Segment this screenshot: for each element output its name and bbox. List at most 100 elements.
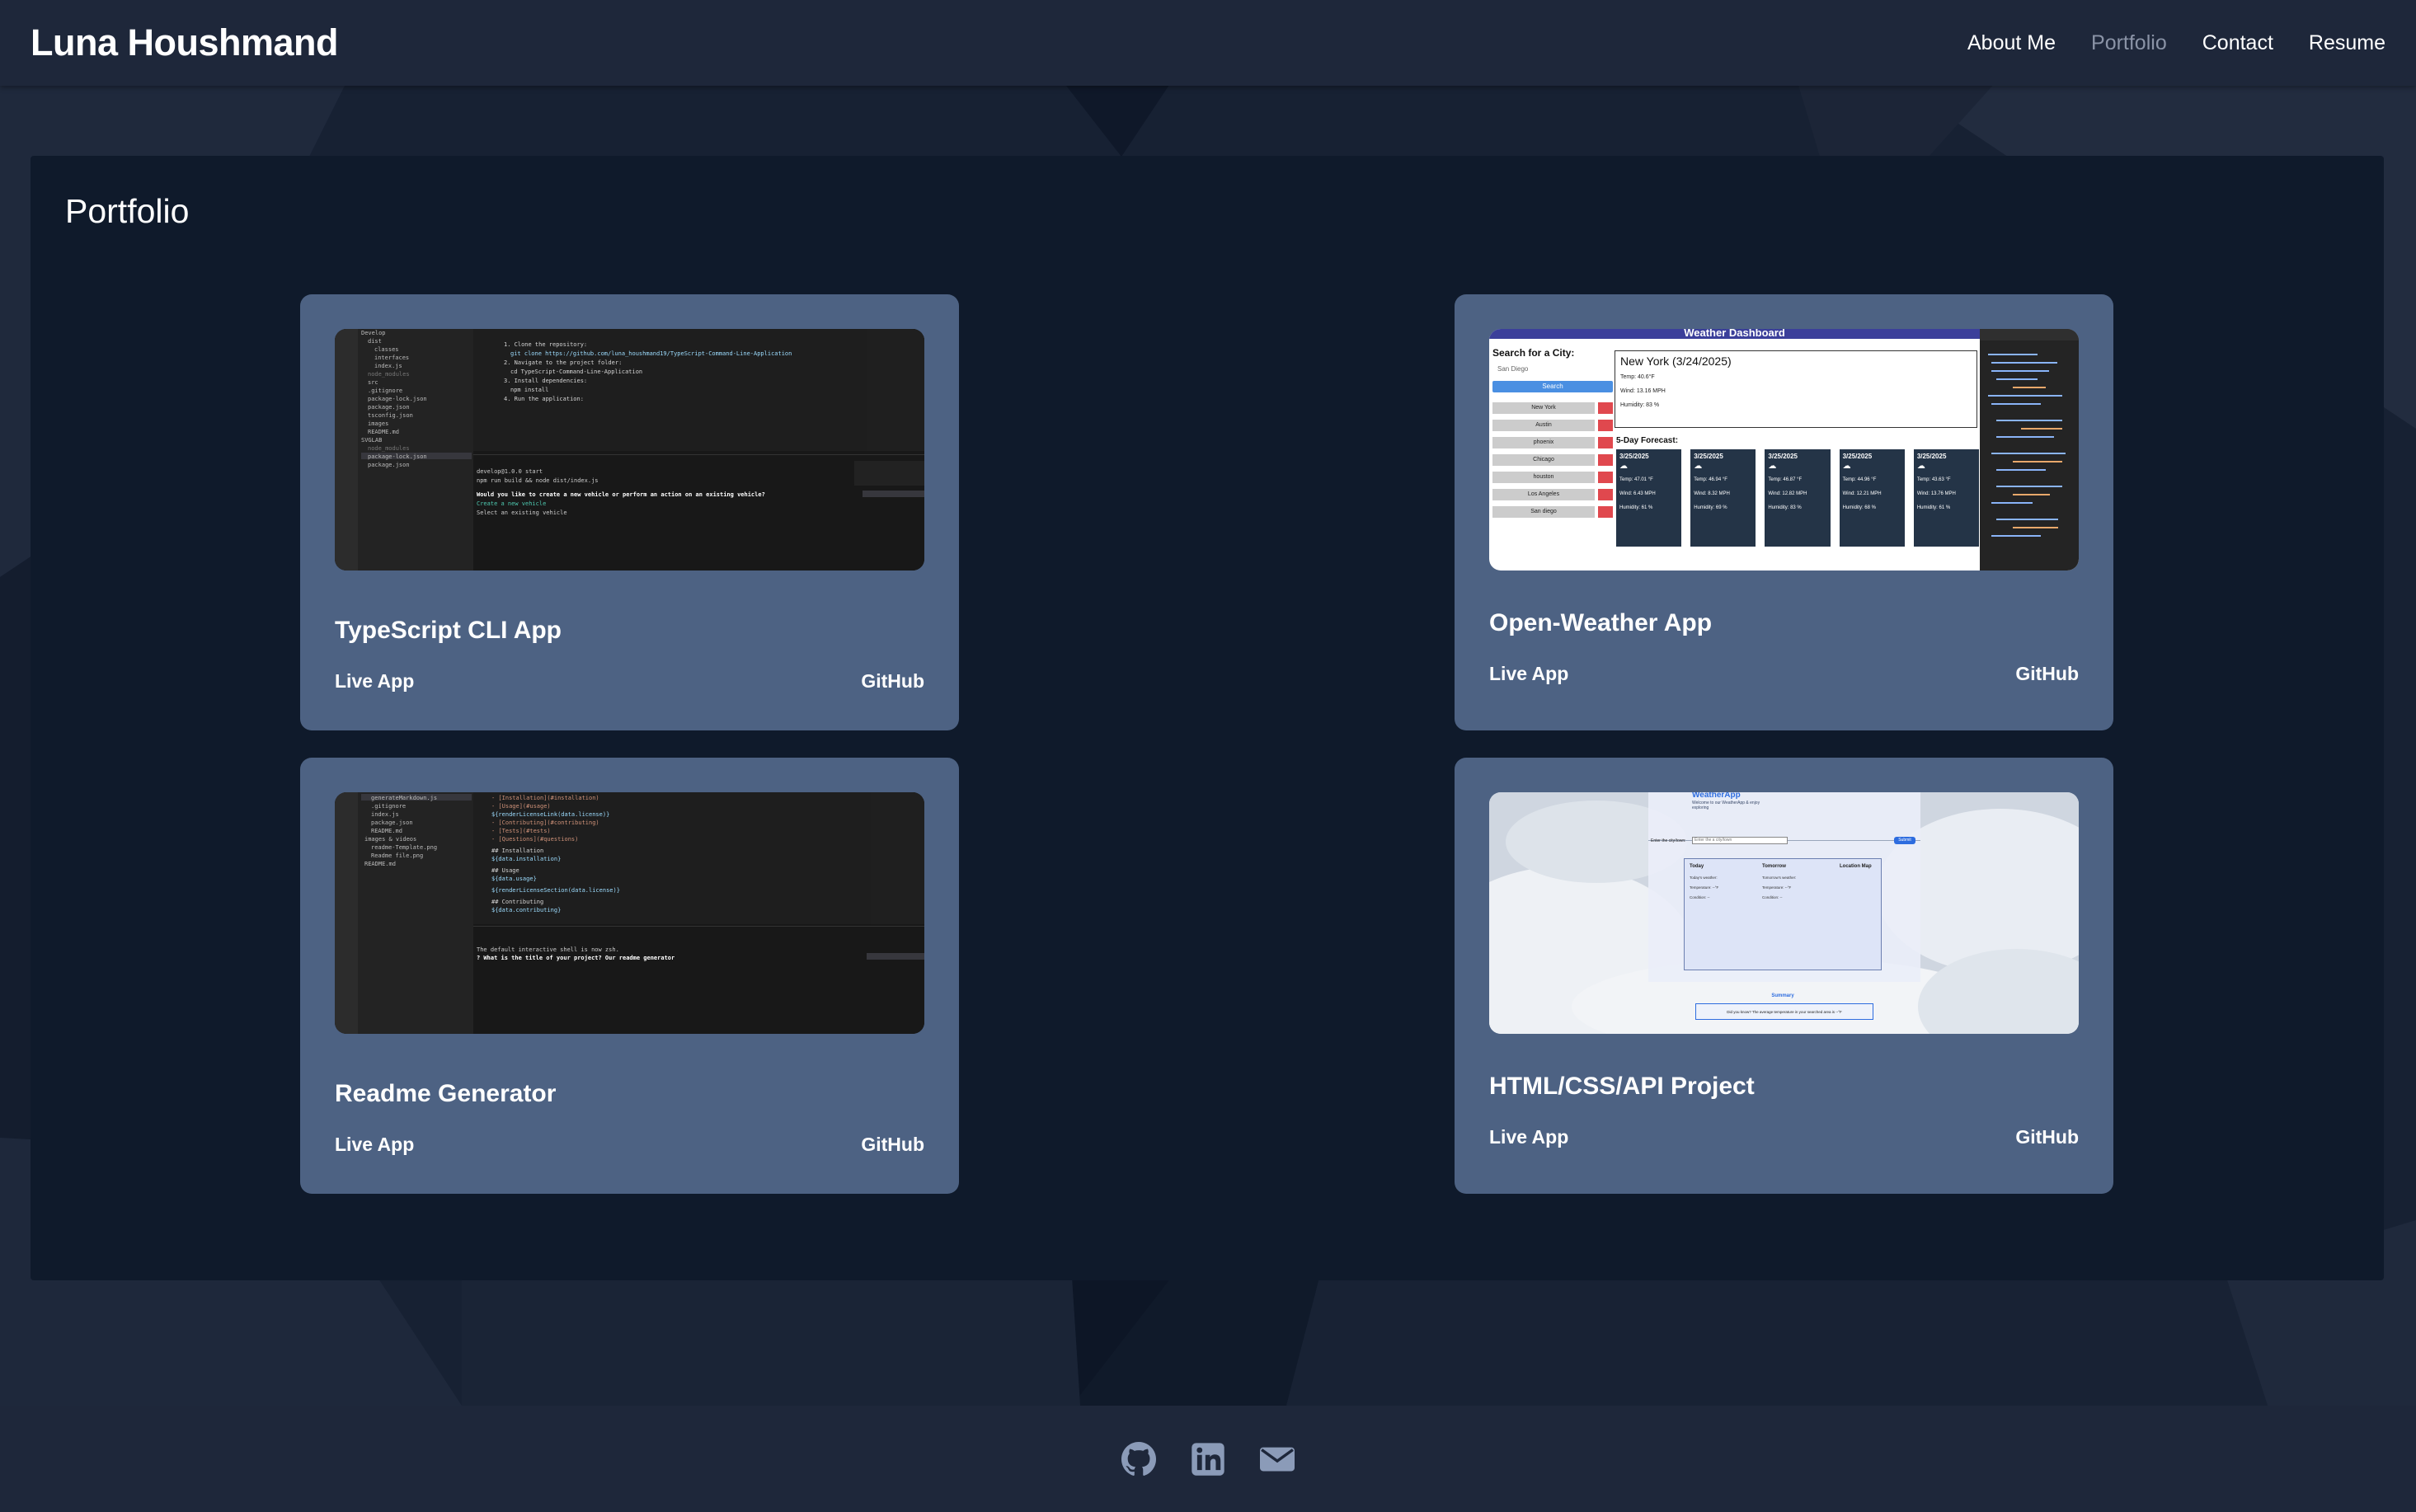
app-title: WeatherApp bbox=[1692, 792, 1741, 800]
file-item: Readme file.png bbox=[371, 852, 424, 859]
live-app-link[interactable]: Live App bbox=[335, 670, 414, 693]
file-item: .gitignore bbox=[368, 387, 403, 394]
city-history-item[interactable]: San diego bbox=[1492, 506, 1613, 518]
delete-city-button[interactable] bbox=[1598, 454, 1613, 466]
project-title: HTML/CSS/API Project bbox=[1489, 1073, 1755, 1100]
city-history-item[interactable]: phoenix bbox=[1492, 437, 1613, 448]
project-thumbnail[interactable]: generateMarkdown.js .gitignore index.js … bbox=[335, 792, 924, 1034]
delete-city-button[interactable] bbox=[1598, 472, 1613, 483]
nav-about-me[interactable]: About Me bbox=[1967, 31, 2056, 55]
live-app-link[interactable]: Live App bbox=[1489, 663, 1568, 685]
forecast-humidity: Humidity: 83 % bbox=[1768, 505, 1802, 510]
brand-name[interactable]: Luna Houshmand bbox=[31, 21, 339, 64]
cloud-icon: ☁ bbox=[1694, 462, 1703, 471]
summary-heading: Summary bbox=[1771, 993, 1794, 998]
file-item: package.json bbox=[368, 404, 410, 411]
file-item: index.js bbox=[374, 363, 402, 369]
city-history-item[interactable]: New York bbox=[1492, 402, 1613, 414]
project-title: Open-Weather App bbox=[1489, 609, 1713, 636]
forecast-date: 3/25/2025 bbox=[1768, 453, 1798, 460]
project-thumbnail[interactable]: Weather Dashboard Search for a City: San… bbox=[1489, 329, 2079, 571]
forecast-row: 3/25/2025 ☁ Temp: 47.01 °F Wind: 6.43 MP… bbox=[1616, 449, 1980, 547]
delete-city-button[interactable] bbox=[1598, 402, 1613, 414]
forecast-temp: Temp: 44.96 °F bbox=[1842, 477, 1877, 482]
today-weather: Today's weather: bbox=[1690, 876, 1718, 880]
forecast-wind: Wind: 12.21 MPH bbox=[1842, 491, 1882, 496]
today-heading: Today bbox=[1690, 864, 1704, 869]
editor-content: - [Installation](#installation) - [Usage… bbox=[491, 794, 854, 914]
file-item: node_modules bbox=[368, 371, 410, 378]
project-links: Live App GitHub bbox=[335, 1134, 924, 1156]
nav-portfolio[interactable]: Portfolio bbox=[2091, 31, 2167, 55]
tomorrow-condition: Condition: -- bbox=[1762, 895, 1783, 899]
current-humidity: Humidity: 83 % bbox=[1620, 402, 1660, 408]
city-history-item[interactable]: Chicago bbox=[1492, 454, 1613, 466]
cloud-icon: ☁ bbox=[1619, 462, 1628, 471]
search-input[interactable]: San Diego bbox=[1492, 365, 1613, 373]
code-line: ${data.contributing} bbox=[491, 907, 562, 913]
live-app-link[interactable]: Live App bbox=[1489, 1126, 1568, 1148]
forecast-temp: Temp: 47.01 °F bbox=[1619, 477, 1653, 482]
file-item: package.json bbox=[371, 819, 413, 826]
city-history-item[interactable]: Austin bbox=[1492, 420, 1613, 431]
forecast-card: 3/25/2025 ☁ Temp: 47.01 °F Wind: 6.43 MP… bbox=[1616, 449, 1682, 547]
forecast-wind: Wind: 6.43 MPH bbox=[1619, 491, 1656, 496]
linkedin-icon[interactable] bbox=[1191, 1442, 1225, 1477]
github-link[interactable]: GitHub bbox=[861, 670, 924, 693]
terminal-line: npm run build && node dist/index.js bbox=[477, 477, 599, 484]
file-item: README.md bbox=[364, 861, 396, 867]
file-item: interfaces bbox=[374, 355, 410, 361]
file-item: generateMarkdown.js bbox=[371, 795, 438, 801]
search-label: Search for a City: bbox=[1492, 347, 1575, 359]
delete-city-button[interactable] bbox=[1598, 420, 1613, 431]
file-item: README.md bbox=[371, 828, 402, 834]
code-line: 1. Clone the repository: bbox=[504, 341, 588, 348]
nav-contact[interactable]: Contact bbox=[2202, 31, 2273, 55]
page-title: Portfolio bbox=[65, 192, 190, 230]
code-line: - [Usage](#usage) bbox=[491, 803, 551, 810]
current-wind: Wind: 13.16 MPH bbox=[1620, 388, 1666, 394]
city-history-item[interactable]: Los Angeles bbox=[1492, 489, 1613, 500]
delete-city-button[interactable] bbox=[1598, 506, 1613, 518]
code-line: - [Tests](#tests) bbox=[491, 828, 551, 834]
project-thumbnail[interactable]: Develop dist classes interfaces index.js… bbox=[335, 329, 924, 571]
file-item: README.md bbox=[368, 429, 399, 435]
city-name: San diego bbox=[1492, 506, 1595, 518]
site-header: Luna Houshmand About Me Portfolio Contac… bbox=[0, 0, 2416, 86]
summary-text: Did you know? The average temperature in… bbox=[1695, 1003, 1873, 1020]
code-line: 3. Install dependencies: bbox=[504, 378, 588, 384]
forecast-temp: Temp: 46.87 °F bbox=[1768, 477, 1803, 482]
github-link[interactable]: GitHub bbox=[2015, 663, 2079, 685]
project-card-readme-generator: generateMarkdown.js .gitignore index.js … bbox=[300, 758, 959, 1194]
city-input[interactable]: Enter the a city/town bbox=[1692, 837, 1788, 844]
terminal-output: The default interactive shell is now zsh… bbox=[477, 946, 848, 962]
site-footer bbox=[0, 1406, 2416, 1512]
delete-city-button[interactable] bbox=[1598, 437, 1613, 448]
code-line: npm install bbox=[510, 387, 549, 393]
email-icon[interactable] bbox=[1260, 1442, 1295, 1477]
forecast-date: 3/25/2025 bbox=[1842, 453, 1873, 460]
tomorrow-weather: Tomorrow's weather: bbox=[1762, 876, 1797, 880]
forecast-humidity: Humidity: 61 % bbox=[1619, 505, 1653, 510]
cloud-icon: ☁ bbox=[1842, 462, 1851, 471]
github-icon[interactable] bbox=[1121, 1441, 1156, 1477]
nav-resume[interactable]: Resume bbox=[2309, 31, 2385, 55]
current-weather-box: New York (3/24/2025) Temp: 40.6°F Wind: … bbox=[1615, 350, 1977, 428]
project-links: Live App GitHub bbox=[1489, 663, 2079, 685]
file-explorer: generateMarkdown.js .gitignore index.js … bbox=[364, 794, 472, 868]
submit-button[interactable]: Submit bbox=[1894, 837, 1915, 844]
delete-city-button[interactable] bbox=[1598, 489, 1613, 500]
github-link[interactable]: GitHub bbox=[861, 1134, 924, 1156]
file-item: dist bbox=[368, 338, 382, 345]
forecast-card: 3/25/2025 ☁ Temp: 46.94 °F Wind: 8.32 MP… bbox=[1690, 449, 1756, 547]
results-box: Today Tomorrow Location Map Today's weat… bbox=[1684, 858, 1882, 970]
project-thumbnail[interactable]: WeatherApp Welcome to our WeatherApp & e… bbox=[1489, 792, 2079, 1034]
live-app-link[interactable]: Live App bbox=[335, 1134, 414, 1156]
city-history-item[interactable]: houston bbox=[1492, 472, 1613, 483]
forecast-date: 3/25/2025 bbox=[1694, 453, 1723, 460]
search-button[interactable]: Search bbox=[1492, 381, 1613, 392]
terminal-line: ? What is the title of your project? Our… bbox=[477, 955, 675, 961]
city-name: houston bbox=[1492, 472, 1595, 483]
github-link[interactable]: GitHub bbox=[2015, 1126, 2079, 1148]
project-card-typescript-cli: Develop dist classes interfaces index.js… bbox=[300, 294, 959, 730]
